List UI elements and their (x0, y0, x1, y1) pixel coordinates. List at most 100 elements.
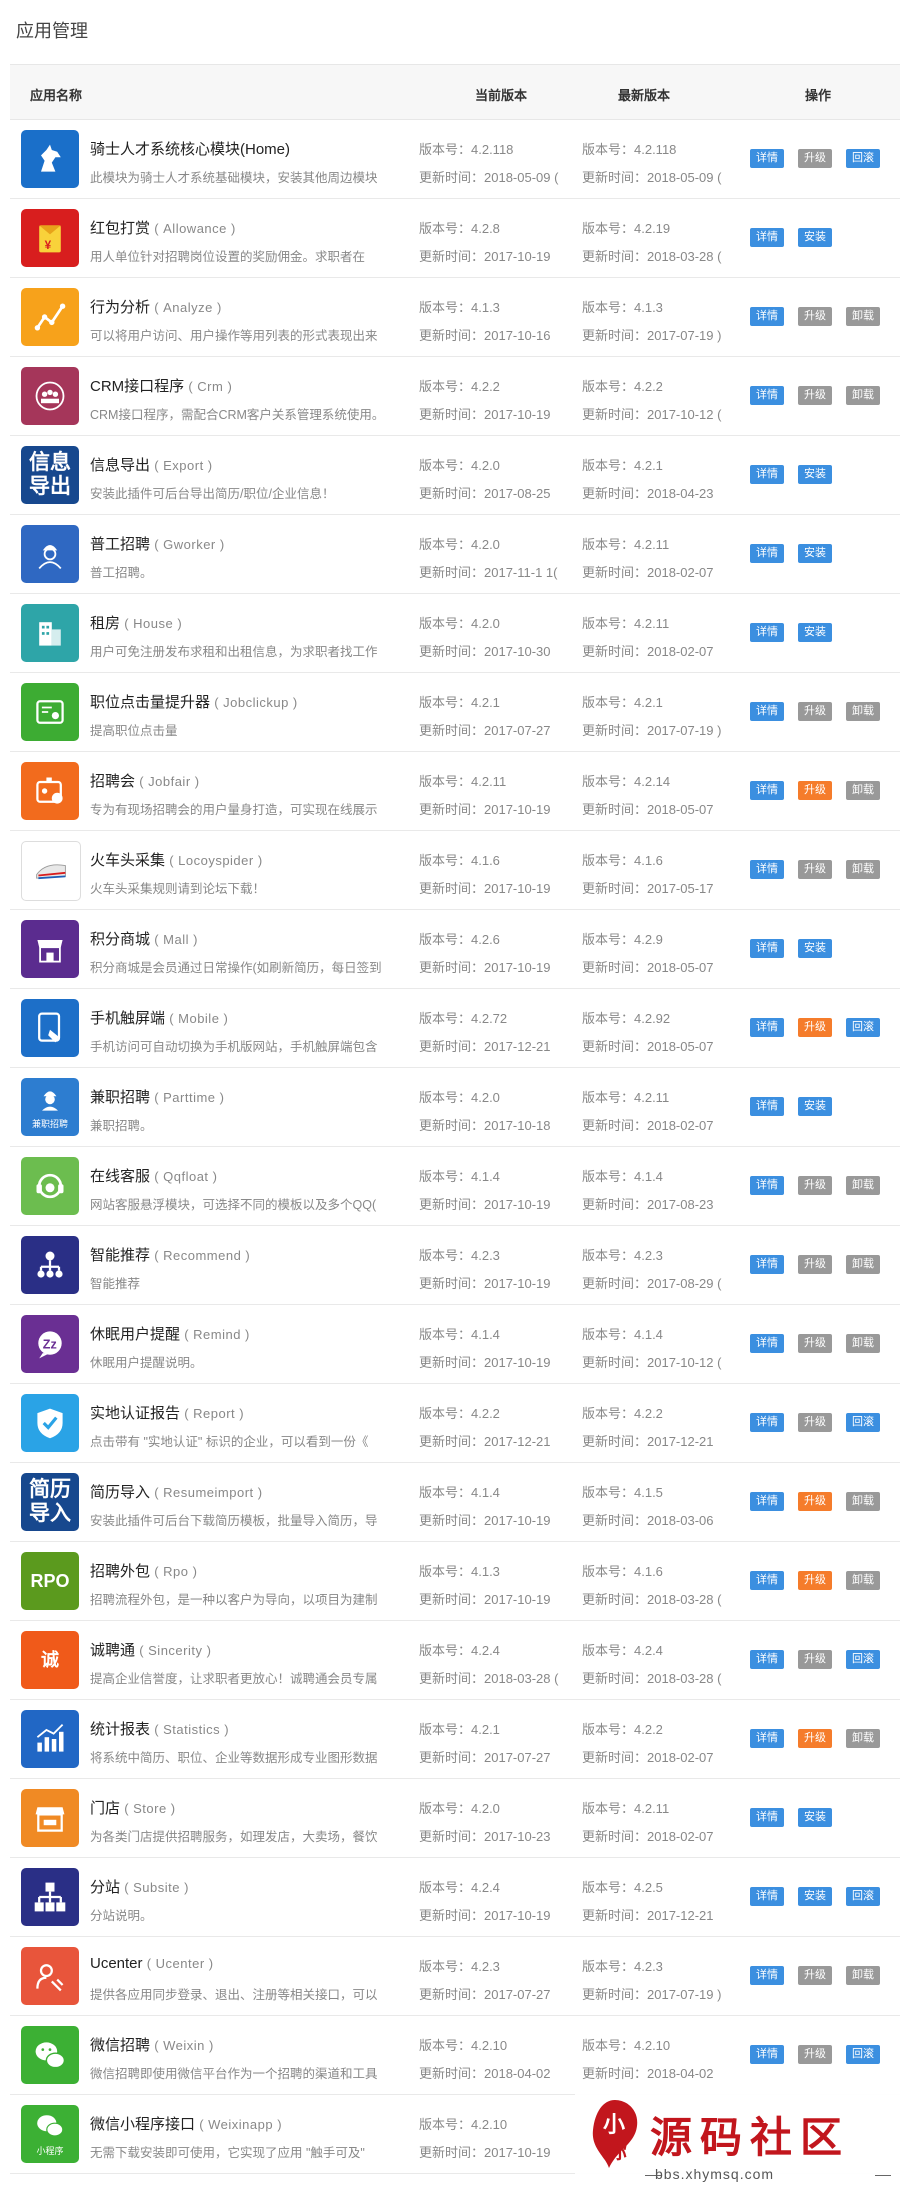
detail-button[interactable]: 详情 (750, 860, 784, 879)
action-button[interactable]: 升级 (798, 1334, 832, 1353)
detail-button[interactable]: 详情 (750, 1887, 784, 1906)
secondary-action-button[interactable]: 卸载 (846, 781, 880, 800)
action-button[interactable]: 升级 (798, 1650, 832, 1669)
secondary-action-button[interactable]: 回滚 (846, 1413, 880, 1432)
action-button[interactable]: 安装 (798, 1808, 832, 1827)
current-updated: 更新时间：2017-07-27 (419, 723, 551, 738)
current-version: 版本号：4.1.4 (419, 1327, 500, 1342)
app-key: ( Report ) (184, 1406, 245, 1421)
secondary-action-button[interactable]: 卸载 (846, 1966, 880, 1985)
secondary-action-button[interactable]: 卸载 (846, 1255, 880, 1274)
detail-button[interactable]: 详情 (750, 544, 784, 563)
detail-button[interactable]: 详情 (750, 781, 784, 800)
detail-button[interactable]: 详情 (750, 386, 784, 405)
app-name: 门店 ( Store ) (90, 1797, 176, 1818)
secondary-action-button[interactable]: 卸载 (846, 1176, 880, 1195)
worker-icon (21, 525, 79, 583)
latest-version: 版本号：4.1.6 (582, 853, 663, 868)
shop-icon (21, 920, 79, 978)
app-name: Ucenter ( Ucenter ) (90, 1955, 214, 1972)
action-button[interactable]: 升级 (798, 386, 832, 405)
secondary-action-button[interactable]: 卸载 (846, 386, 880, 405)
current-updated: 更新时间：2017-10-19 (419, 802, 551, 817)
detail-button[interactable]: 详情 (750, 1729, 784, 1748)
secondary-action-button[interactable]: 卸载 (846, 1729, 880, 1748)
table-row: 普工招聘 ( Gworker ) 普工招聘。 版本号：4.2.0 更新时间：2017-… (10, 515, 900, 594)
detail-button[interactable]: 详情 (750, 1650, 784, 1669)
detail-button[interactable]: 详情 (750, 1571, 784, 1590)
secondary-action-button[interactable]: 卸载 (846, 1334, 880, 1353)
secondary-action-button[interactable]: 卸载 (846, 307, 880, 326)
secondary-action-button[interactable]: 卸载 (846, 1492, 880, 1511)
detail-button[interactable]: 详情 (750, 1492, 784, 1511)
action-button[interactable]: 升级 (798, 1571, 832, 1590)
action-button[interactable]: 安装 (798, 623, 832, 642)
app-key: ( Export ) (154, 458, 213, 473)
action-button[interactable]: 升级 (798, 2045, 832, 2064)
app-key: ( Locoyspider ) (169, 853, 263, 868)
detail-button[interactable]: 详情 (750, 228, 784, 247)
detail-button[interactable]: 详情 (750, 149, 784, 168)
secondary-action-button[interactable]: 回滚 (846, 2045, 880, 2064)
app-title: 诚聘通 (90, 1642, 136, 1659)
action-button[interactable]: 升级 (798, 702, 832, 721)
action-button[interactable]: 升级 (798, 781, 832, 800)
action-button[interactable]: 安装 (798, 228, 832, 247)
detail-button[interactable]: 详情 (750, 2045, 784, 2064)
detail-button[interactable]: 详情 (750, 465, 784, 484)
detail-button[interactable]: 详情 (750, 1097, 784, 1116)
action-button[interactable]: 安装 (798, 465, 832, 484)
app-key: ( Analyze ) (154, 300, 222, 315)
latest-version: 版本号：4.2.11 (582, 537, 670, 552)
detail-button[interactable]: 详情 (750, 307, 784, 326)
detail-button[interactable]: 详情 (750, 1018, 784, 1037)
action-button[interactable]: 安装 (798, 544, 832, 563)
detail-button[interactable]: 详情 (750, 1255, 784, 1274)
detail-button[interactable]: 详情 (750, 939, 784, 958)
app-name: CRM接口程序 ( Crm ) (90, 375, 232, 396)
secondary-action-button[interactable]: 卸载 (846, 702, 880, 721)
detail-button[interactable]: 详情 (750, 1176, 784, 1195)
detail-button[interactable]: 详情 (750, 623, 784, 642)
action-button[interactable]: 安装 (798, 1887, 832, 1906)
latest-version: 版本号：4.1.5 (582, 1485, 663, 1500)
table-row: Zz 休眠用户提醒 ( Remind ) 休眠用户提醒说明。 版本号：4.1.4 更新时… (10, 1305, 900, 1384)
action-button[interactable]: 升级 (798, 1492, 832, 1511)
action-button[interactable]: 升级 (798, 1413, 832, 1432)
current-updated: 更新时间：2017-10-19 (419, 407, 551, 422)
wechat-icon (21, 2026, 79, 2084)
current-version: 版本号：4.1.4 (419, 1485, 500, 1500)
action-button[interactable]: 升级 (798, 1018, 832, 1037)
app-name: 职位点击量提升器 ( Jobclickup ) (90, 691, 298, 712)
action-button[interactable]: 升级 (798, 149, 832, 168)
current-version: 版本号：4.2.6 (419, 932, 500, 947)
detail-button[interactable]: 详情 (750, 1808, 784, 1827)
action-button[interactable]: 升级 (798, 1176, 832, 1195)
resume-import-text-icon: 简历 导入 (21, 1473, 79, 1531)
detail-button[interactable]: 详情 (750, 1334, 784, 1353)
detail-button[interactable]: 详情 (750, 702, 784, 721)
action-button[interactable]: 安装 (798, 939, 832, 958)
action-button[interactable]: 升级 (798, 1729, 832, 1748)
action-button[interactable]: 升级 (798, 1255, 832, 1274)
app-key: ( Resumeimport ) (154, 1485, 263, 1500)
action-button[interactable]: 升级 (798, 307, 832, 326)
secondary-action-button[interactable]: 回滚 (846, 149, 880, 168)
latest-updated: 更新时间：2018-04-23 (582, 486, 714, 501)
secondary-action-button[interactable]: 卸载 (846, 1571, 880, 1590)
resume-import-text-icon-label: 简历 导入 (29, 1478, 71, 1525)
current-version: 版本号：4.2.118 (419, 142, 514, 157)
secondary-action-button[interactable]: 回滚 (846, 1887, 880, 1906)
app-description: 招聘流程外包，是一种以客户为导向，以项目为建制 (90, 1593, 378, 1607)
latest-version: 版本号：4.2.92 (582, 1011, 671, 1026)
action-button[interactable]: 升级 (798, 860, 832, 879)
secondary-action-button[interactable]: 回滚 (846, 1650, 880, 1669)
secondary-action-button[interactable]: 卸载 (846, 860, 880, 879)
secondary-action-button[interactable]: 回滚 (846, 1018, 880, 1037)
action-button[interactable]: 安装 (798, 1097, 832, 1116)
action-button[interactable]: 升级 (798, 1966, 832, 1985)
table-row: 火车头采集 ( Locoyspider ) 火车头采集规则请到论坛下载！ 版本号：4… (10, 831, 900, 910)
current-updated: 更新时间：2017-10-30 (419, 644, 551, 659)
detail-button[interactable]: 详情 (750, 1413, 784, 1432)
detail-button[interactable]: 详情 (750, 1966, 784, 1985)
